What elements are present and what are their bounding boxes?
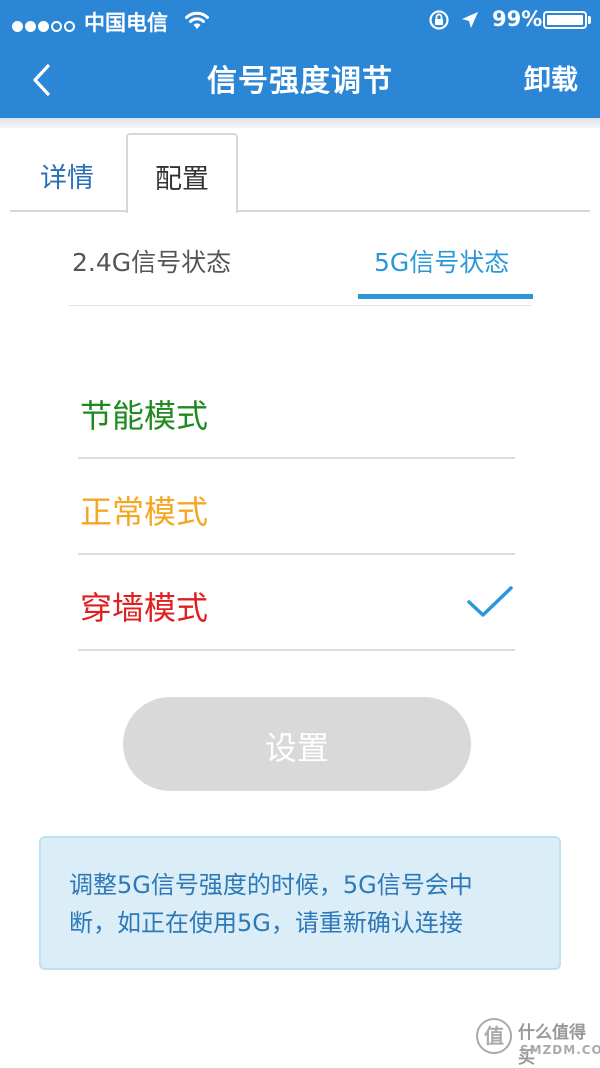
header-shadow: [0, 118, 600, 128]
notice-line-1: 调整5G信号强度的时候，5G信号会中: [69, 871, 473, 899]
location-arrow-icon: [462, 12, 478, 28]
set-button-label: 设置: [264, 729, 329, 767]
signal-strength-icon: [12, 13, 77, 37]
status-bar: 中国电信 99%: [0, 0, 600, 38]
notice-box: 调整5G信号强度的时候，5G信号会中 断，如正在使用5G，请重新确认连接: [39, 836, 561, 970]
watermark-domain: SMZDM.COM: [520, 1043, 600, 1057]
tab-detail[interactable]: 详情: [40, 156, 94, 195]
rotation-lock-icon: [429, 10, 449, 30]
mode-item-wall-penetration[interactable]: 穿墙模式: [78, 555, 515, 651]
set-button[interactable]: 设置: [123, 697, 471, 791]
subtab-2-4g-status[interactable]: 2.4G信号状态: [72, 243, 231, 279]
app-header: 中国电信 99% 信号强度调节 卸载: [0, 0, 600, 118]
checkmark-icon: [467, 586, 513, 617]
battery-percent: 99%: [492, 7, 543, 31]
tab-config-label: 配置: [155, 164, 209, 195]
tabs-divider: [10, 210, 590, 212]
battery-tip: [588, 16, 591, 24]
list-divider: [78, 649, 515, 651]
page-title: 信号强度调节: [207, 64, 393, 99]
mode-item-power-saving[interactable]: 节能模式: [78, 363, 515, 459]
watermark-logo-icon: 值: [476, 1018, 512, 1054]
notice-line-2: 断，如正在使用5G，请重新确认连接: [69, 909, 463, 937]
uninstall-button[interactable]: 卸载: [524, 58, 578, 97]
carrier-name: 中国电信: [84, 11, 168, 35]
svg-text:值: 值: [484, 1024, 504, 1048]
battery-level: [547, 15, 583, 25]
subtabs-divider: [68, 305, 532, 306]
wifi-icon: [185, 11, 209, 29]
active-subtab-indicator: [358, 294, 533, 299]
battery-icon: [543, 11, 587, 29]
subtab-5g-status[interactable]: 5G信号状态: [374, 243, 509, 279]
mode-item-normal[interactable]: 正常模式: [78, 459, 515, 555]
tab-config[interactable]: 配置: [126, 133, 238, 213]
mode-label: 正常模式: [80, 493, 209, 531]
mode-label: 节能模式: [80, 397, 209, 435]
mode-label: 穿墙模式: [80, 589, 209, 627]
